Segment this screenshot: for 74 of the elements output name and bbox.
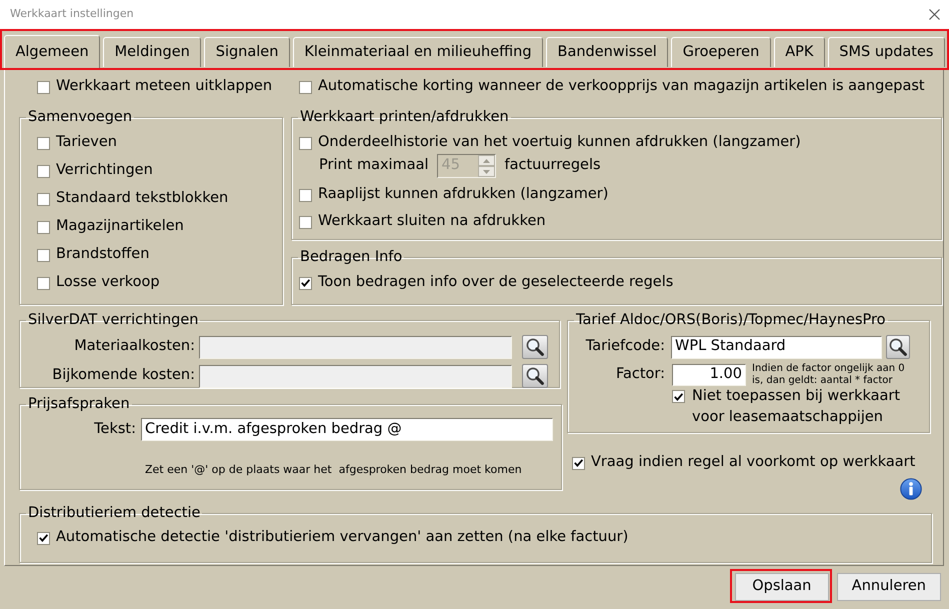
text-field[interactable]: 1.00 [672,364,746,386]
unit-label: factuurregels [504,156,601,176]
search-icon [526,338,544,356]
search-button[interactable] [886,335,910,359]
field-label: Factor: [614,365,665,384]
field-label: Print maximaal [319,156,429,176]
search-icon [889,338,907,356]
group-title: Bedragen Info [299,249,404,265]
text-field[interactable]: WPL Standaard [671,336,882,358]
checkbox[interactable] [299,276,312,290]
group-title: Distributieriem detectie [27,505,202,521]
checkbox-label: Brandstoffen [56,245,150,264]
field-label: Tariefcode: [584,337,665,356]
checkbox-label: Verrichtingen [56,161,153,180]
checkbox[interactable] [572,456,585,470]
group-title: Werkkaart printen/afdrukken [299,109,510,125]
search-icon [526,367,544,385]
field-label: Tekst: [93,420,136,439]
hint-text: Zet een '@' op de plaats waar het afgesproken bedrag moet komen [145,463,522,477]
info-icon[interactable] [900,478,922,500]
dialog-button[interactable]: Annuleren [836,573,941,601]
close-icon[interactable] [929,9,940,20]
checkbox-label: Niet toepassen bij werkkaart voor leasemaatschappijen [692,387,902,427]
tab[interactable]: Algemeen [4,35,100,69]
checkbox[interactable] [299,136,312,150]
checkbox-label: Onderdeelhistorie van het voertuig kunnen afdrukken (langzamer) [318,133,801,152]
group-title: SilverDAT verrichtingen [27,312,200,328]
tab[interactable]: SMS updates [828,37,945,67]
checkbox[interactable] [37,192,50,206]
checkbox-label: Tarieven [56,133,117,152]
tab[interactable]: Signalen [204,37,290,67]
checkbox-label: Werkkaart sluiten na afdrukken [318,212,546,232]
checkmark-icon [574,459,583,467]
checkbox[interactable] [37,276,50,290]
checkbox[interactable] [37,164,50,178]
group-title: Prijsafspraken [27,396,131,412]
tab[interactable]: APK [774,37,825,67]
window-title: Werkkaart instellingen [10,6,134,22]
field-label: Bijkomende kosten: [51,366,195,386]
search-button[interactable] [522,364,548,388]
checkbox[interactable] [672,390,685,403]
checkbox[interactable] [37,220,50,234]
checkbox-label: Automatische korting wanneer de verkoopprijs van magazijn artikelen is aangepast [318,77,925,96]
caret-up-icon [482,158,490,162]
checkbox-label: Standaard tekstblokken [56,189,228,208]
checkbox[interactable] [37,80,50,94]
note-text: Indien de factor ongelijk aan 0 is, dan geldt: aantal * factor [752,363,906,387]
checkbox-label: Raaplijst kunnen afdrukken (langzamer) [318,185,608,204]
checkbox[interactable] [299,80,312,94]
checkbox[interactable] [37,136,50,150]
checkbox[interactable] [37,532,50,544]
group-title: Samenvoegen [27,109,134,125]
dialog-button[interactable]: Opslaan [734,573,829,601]
search-button[interactable] [522,335,548,359]
checkmark-icon [674,392,683,400]
checkbox-label: Magazijnartikelen [56,217,184,236]
checkbox-label: Losse verkoop [56,273,160,292]
checkbox-label: Vraag indien regel al voorkomt op werkkaart [591,453,916,472]
tab[interactable]: Groeperen [671,37,771,67]
checkbox-label: Werkkaart meteen uitklappen [56,77,272,96]
tab[interactable]: Bandenwissel [546,37,668,67]
checkmark-icon [301,279,310,287]
checkmark-icon [39,534,48,542]
checkbox-label: Automatische detectie 'distributieriem vervangen' aan zetten (na elke factuur) [56,528,628,548]
checkbox-label: Toon bedragen info over de geselecteerde regels [318,273,674,292]
checkbox[interactable] [299,216,312,228]
tab[interactable]: Meldingen [103,37,202,67]
text-field[interactable]: Credit i.v.m. afgesproken bedrag @ [141,418,553,441]
checkbox[interactable] [299,188,312,202]
tab[interactable]: Kleinmateriaal en milieuheffing [292,37,544,67]
caret-down-icon [482,170,490,174]
checkbox[interactable] [37,248,50,262]
field-label: Materiaalkosten: [73,337,195,356]
group-title: Tarief Aldoc/ORS(Boris)/Topmec/HaynesPro [575,312,887,328]
